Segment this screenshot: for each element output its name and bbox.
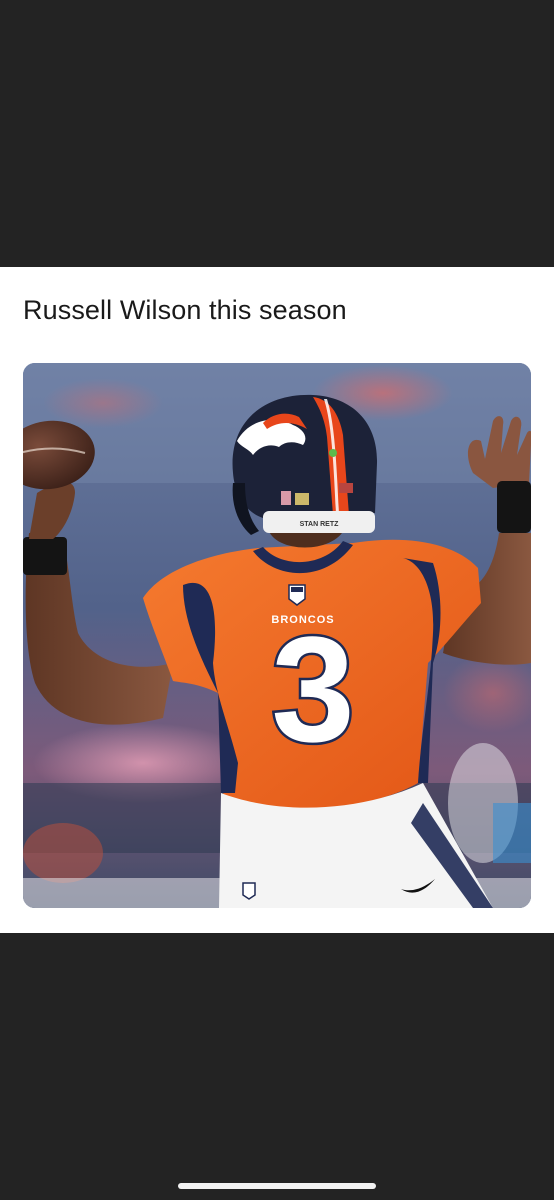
helmet-decal-ribbon: [281, 491, 291, 505]
helmet-green-dot: [329, 449, 337, 457]
helmet-decal-flag: [339, 483, 353, 493]
helmet-decal-text: STAN RETZ: [300, 521, 339, 528]
football-player-illustration: BRONCOS 3 STAN RETZ: [23, 363, 531, 908]
post-card: Russell Wilson this season BRONCOS 3 STA…: [0, 267, 554, 933]
top-letterbox: [0, 0, 554, 267]
viewer-screen: Russell Wilson this season BRONCOS 3 STA…: [0, 0, 554, 1200]
post-photo[interactable]: BRONCOS 3 STAN RETZ: [23, 363, 531, 908]
bottom-letterbox: [0, 933, 554, 1200]
helmet-decal-square: [295, 493, 309, 505]
right-wristband: [497, 481, 531, 533]
home-indicator[interactable]: [178, 1183, 376, 1189]
jersey-number: 3: [271, 605, 354, 773]
left-wristband: [23, 537, 67, 575]
post-caption: Russell Wilson this season: [23, 295, 347, 325]
